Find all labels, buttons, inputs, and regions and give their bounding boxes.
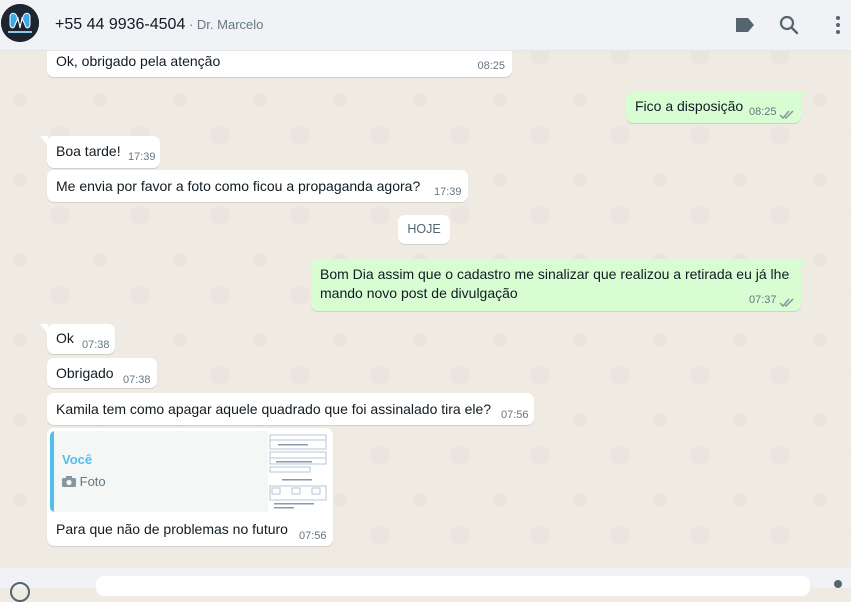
message-time: 07:38 xyxy=(82,339,110,351)
message-text: Boa tarde! xyxy=(56,143,121,159)
message-time: 07:56 xyxy=(501,409,529,421)
message-incoming[interactable]: Obrigado 07:38 xyxy=(47,358,157,388)
day-separator: HOJE xyxy=(398,215,450,244)
message-incoming[interactable]: Kamila tem como apagar aquele quadrado q… xyxy=(47,393,534,425)
double-check-icon xyxy=(779,293,795,313)
message-incoming[interactable]: Ok 07:38 xyxy=(40,324,115,354)
message-text: Ok, obrigado pela atenção xyxy=(56,53,221,69)
message-outgoing[interactable]: Fico a disposição 08:25 xyxy=(626,91,808,125)
message-text: Obrigado xyxy=(56,365,114,381)
message-text: Para que não de problemas no futuro xyxy=(56,521,288,537)
quoted-kind-label: Foto xyxy=(79,474,106,489)
message-time: 17:39 xyxy=(128,151,156,163)
message-time: 07:56 xyxy=(299,530,327,542)
avatar[interactable] xyxy=(1,4,39,42)
camera-icon xyxy=(62,476,76,487)
message-text: Me envia por favor a foto como ficou a p… xyxy=(56,178,421,194)
message-text-line: mando novo post de divulgação xyxy=(320,285,518,301)
message-time: 17:39 xyxy=(434,186,462,198)
label-icon[interactable] xyxy=(734,15,756,40)
contact-phone: +55 44 9936-4504 xyxy=(55,16,186,33)
menu-icon[interactable] xyxy=(834,15,842,40)
message-text: Kamila tem como apagar aquele quadrado q… xyxy=(56,401,492,417)
quoted-message[interactable]: Você Foto xyxy=(50,431,330,512)
quoted-author: Você xyxy=(62,452,93,467)
message-text-line: Bom Dia assim que o cadastro me sinaliza… xyxy=(320,266,790,282)
message-text: Fico a disposição xyxy=(635,98,744,114)
contact-title[interactable]: +55 44 9936-4504 · Dr. Marcelo xyxy=(55,16,263,34)
message-text: Ok xyxy=(56,330,74,346)
search-icon[interactable] xyxy=(779,15,799,40)
emoji-icon[interactable] xyxy=(10,582,30,602)
chat-header[interactable]: +55 44 9936-4504 · Dr. Marcelo xyxy=(0,0,851,51)
message-incoming-reply[interactable]: Você Foto Para que não de problemas no f… xyxy=(47,428,333,546)
contact-name: Dr. Marcelo xyxy=(196,17,264,32)
mic-icon[interactable] xyxy=(834,580,842,588)
message-time: 08:25 xyxy=(749,106,777,118)
message-outgoing[interactable]: Bom Dia assim que o cadastro me sinaliza… xyxy=(311,259,808,313)
double-check-icon xyxy=(779,105,795,125)
title-separator: · xyxy=(185,17,197,32)
message-input[interactable] xyxy=(96,576,810,596)
message-incoming[interactable]: Me envia por favor a foto como ficou a p… xyxy=(47,170,468,202)
message-time: 07:38 xyxy=(123,374,151,386)
message-time: 07:37 xyxy=(749,294,777,306)
photo-thumbnail[interactable] xyxy=(268,431,330,512)
message-incoming[interactable]: Boa tarde! 17:39 xyxy=(40,136,160,168)
message-time: 08:25 xyxy=(477,60,505,72)
quoted-kind: Foto xyxy=(62,472,106,492)
